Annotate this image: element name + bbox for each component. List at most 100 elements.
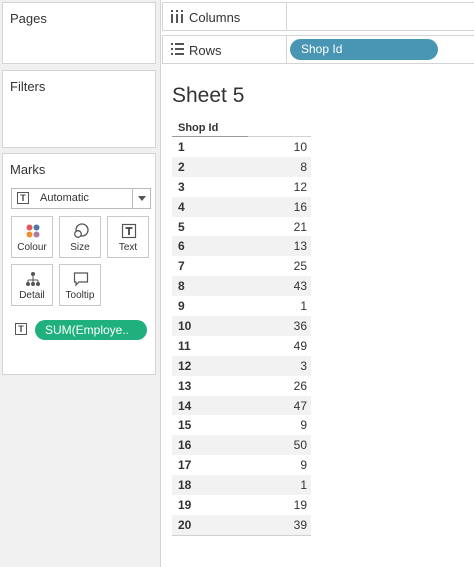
row-shop-id[interactable]: 5 [178,220,185,234]
colour-icon [26,224,40,238]
tooltip-label: Tooltip [65,290,95,301]
rows-icon [171,43,184,58]
table-row[interactable]: 20 39 [172,514,311,535]
table-row[interactable]: 5 21 [172,217,311,237]
marks-title: Marks [10,162,46,177]
row-value[interactable]: 9 [300,418,307,432]
table-row[interactable]: 15 9 [172,415,311,435]
sum-employees-pill[interactable]: SUM(Employe.. [35,320,147,340]
row-value[interactable]: 12 [294,180,307,194]
table-body: 1 10 2 8 3 12 4 16 5 21 6 13 7 25 8 43 9 1 10 36 11 49 12 3 13 26… [172,137,311,535]
colour-button[interactable]: Colour [11,216,53,258]
mark-type-dropdown[interactable]: T Automatic [11,188,151,209]
table-row[interactable]: 13 26 [172,376,311,396]
size-button[interactable]: Size [59,216,101,258]
table-row[interactable]: 12 3 [172,355,311,376]
row-value[interactable]: 26 [294,379,307,393]
row-shop-id[interactable]: 16 [178,438,191,452]
row-shop-id[interactable]: 7 [178,259,185,273]
table-row[interactable]: 8 43 [172,276,311,297]
row-shop-id[interactable]: 14 [178,399,191,413]
table-row[interactable]: 19 19 [172,495,311,515]
columns-shelf-label-area: Columns [163,3,287,30]
worksheet-area: Columns Rows Shop Id Sheet 5 Shop Id 1 10… [160,0,474,567]
table-row[interactable]: 10 36 [172,316,311,336]
size-icon [74,223,89,238]
detail-label: Detail [19,290,45,301]
left-panel: Pages Filters Marks T Automatic Colour S [0,0,158,567]
row-value[interactable]: 10 [294,140,307,154]
filters-title: Filters [10,79,46,94]
chevron-down-icon[interactable] [132,189,150,208]
rows-label: Rows [189,43,222,58]
table-row[interactable]: 14 47 [172,395,311,416]
row-shop-id[interactable]: 10 [178,319,191,333]
shop-id-pill[interactable]: Shop Id [290,39,438,60]
text-icon [121,223,137,239]
table-row[interactable]: 6 13 [172,236,311,257]
table-row[interactable]: 11 49 [172,336,311,356]
row-shop-id[interactable]: 11 [178,339,191,353]
tooltip-button[interactable]: Tooltip [59,264,101,306]
row-value[interactable]: 1 [300,478,307,492]
table-row[interactable]: 18 1 [172,475,311,496]
marks-card: Marks T Automatic Colour Size Text Detai… [2,153,156,375]
table-row[interactable]: 28 [172,156,311,177]
row-shop-id[interactable]: 19 [178,498,191,512]
row-value[interactable]: 47 [294,399,307,413]
colour-label: Colour [17,242,47,253]
columns-label: Columns [189,10,241,25]
row-shop-id[interactable]: 15 [178,418,191,432]
row-shop-id[interactable]: 3 [178,180,185,194]
row-shop-id[interactable]: 13 [178,379,191,393]
filters-card[interactable]: Filters [2,70,156,148]
text-label: Text [118,242,138,253]
row-shop-id[interactable]: 2 [178,160,185,174]
text-mark-icon: T [17,192,29,204]
row-value[interactable]: 3 [300,359,307,373]
table-row[interactable]: 1 10 [172,137,311,157]
row-value[interactable]: 39 [294,518,307,532]
row-value[interactable]: 16 [294,200,307,214]
table-bottom-border [172,534,311,536]
table-row[interactable]: 4 16 [172,196,311,217]
row-value[interactable]: 25 [294,259,307,273]
text-encoding-icon: T [15,323,27,335]
table-header: Shop Id [172,120,311,137]
row-shop-id[interactable]: 17 [178,458,191,472]
row-value[interactable]: 21 [294,220,307,234]
columns-shelf[interactable]: Columns [162,2,474,31]
row-shop-id[interactable]: 12 [178,359,191,373]
row-value[interactable]: 43 [294,279,307,293]
row-shop-id[interactable]: 6 [178,239,185,253]
row-value[interactable]: 1 [300,299,307,313]
row-value[interactable]: 36 [294,319,307,333]
row-shop-id[interactable]: 1 [178,140,185,154]
text-button[interactable]: Text [107,216,149,258]
row-shop-id[interactable]: 20 [178,518,191,532]
pages-card[interactable]: Pages [2,2,156,64]
row-value[interactable]: 8 [300,160,307,174]
row-shop-id[interactable]: 9 [178,299,185,313]
row-shop-id[interactable]: 8 [178,279,185,293]
table-row[interactable]: 17 9 [172,455,311,475]
table-row[interactable]: 91 [172,296,311,316]
row-shop-id[interactable]: 4 [178,200,185,214]
row-value[interactable]: 19 [294,498,307,512]
data-table: Shop Id 1 10 2 8 3 12 4 16 5 21 6 13 7 25 8 43 9 1 10 36 11 4… [172,120,311,536]
shop-id-header[interactable]: Shop Id [178,122,218,134]
mark-type-label: Automatic [40,192,89,204]
row-value[interactable]: 50 [294,438,307,452]
sheet-title: Sheet 5 [172,84,245,107]
table-row[interactable]: 3 12 [172,177,311,197]
columns-icon [171,10,183,26]
row-value[interactable]: 13 [294,239,307,253]
row-value[interactable]: 49 [294,339,307,353]
rows-shelf[interactable]: Rows Shop Id [162,35,474,64]
table-row[interactable]: 7 25 [172,256,311,276]
rows-shelf-label-area: Rows [163,36,287,63]
row-value[interactable]: 9 [300,458,307,472]
row-shop-id[interactable]: 18 [178,478,191,492]
detail-button[interactable]: Detail [11,264,53,306]
table-row[interactable]: 16 50 [172,435,311,456]
